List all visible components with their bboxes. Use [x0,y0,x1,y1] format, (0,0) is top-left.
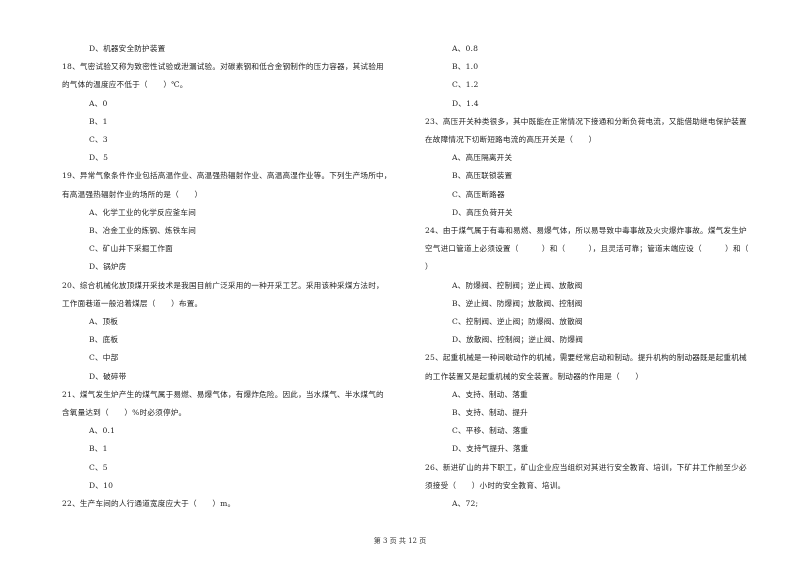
question-text: 21、煤气发生炉产生的煤气属于易燃、易爆气体，有爆炸危险。因此，当水煤气、半水煤… [62,389,384,399]
question-text: 在故障情况下切断短路电流的高压开关是（ ） [425,135,597,144]
question-text: 26、新进矿山的井下职工，矿山企业应当组织对其进行安全教育、培训，下矿井工作前至… [425,462,747,472]
answer-option: B、底板 [89,335,119,345]
answer-option: A、72; [452,499,479,508]
question-text: 23、高压开关种类很多，其中既能在正常情况下接通和分断负荷电流，又能借助继电保护… [425,116,747,126]
answer-option: B、支持、制动、提升 [452,408,528,417]
answer-option: D、支持气提升、落重 [452,444,529,454]
answer-option: B、1 [89,444,108,454]
answer-option: C、1.2 [452,80,479,90]
answer-option: C、平移、制动、落重 [452,426,529,436]
question-text: 24、由于煤气属于有毒和易燃、易爆气体，所以易导致中毒事故及火灾爆炸事故。煤气发… [425,226,747,235]
answer-option: D、高压负荷开关 [452,207,513,217]
answer-option: A、化学工业的化学反应釜车间 [89,207,197,217]
answer-option: C、高压断路器 [452,189,505,199]
answer-option: D、5 [89,153,109,163]
question-text: 22、生产车间的人行通道宽度应大于（ ）m。 [62,499,236,508]
answer-option: C、中部 [89,353,119,363]
question-text: 19、异常气象条件作业包括高温作业、高温强热辐射作业、高温高湿作业等。下列生产场… [62,171,392,181]
answer-option: B、1 [89,116,108,126]
answer-option: C、矿山井下采掘工作面 [89,244,173,254]
answer-option: C、3 [89,135,108,144]
answer-option: D、1.4 [452,98,479,108]
question-text: 有高温强热辐射作业的场所的是（ ） [62,189,203,199]
answer-option: D、机器安全防护装置 [89,44,166,53]
answer-option: A、高压隔离开关 [452,153,513,163]
question-text: 的气体的温度应不低于（ ）℃。 [62,80,188,90]
question-text: 的工作装置又是起重机械的安全装置。制动器的作用是（ ） [425,371,644,381]
question-text: 空气进口管道上必须设置（ ）和（ ），且灵活可靠；管道末端应设（ ）和（ [425,244,749,254]
question-text: 含氧量达到（ ）%时必须停炉。 [62,408,187,417]
question-text: 20、综合机械化放顶煤开采技术是我国目前广泛采用的一种开采工艺。采用该种采煤方法… [62,280,384,290]
answer-option: A、支持、制动、落重 [452,389,528,399]
question-text: 须接受（ ）小时的安全教育、培训。 [425,480,566,490]
answer-option: B、1.0 [452,62,479,72]
answer-option: D、破碎带 [89,371,127,381]
answer-option: A、0.1 [89,426,116,436]
answer-option: B、冶金工业的炼钢、炼铁车间 [89,226,197,235]
page-footer: 第 3 页 共 12 页 [373,537,427,545]
answer-option: B、高压联锁装置 [452,171,513,181]
question-text: 25、起重机械是一种间歇动作的机械，需要经常启动和制动。提升机构的制动器既是起重… [425,353,747,363]
question-text: 工作面巷道一般沿着煤层（ ）布置。 [62,298,203,308]
answer-option: D、10 [89,480,114,490]
answer-option: D、锅炉房 [89,262,127,272]
answer-option: A、顶板 [89,317,119,326]
question-text: ） [425,262,433,272]
answer-option: A、防爆阀、控制阀；逆止阀、放散阀 [452,280,583,290]
answer-option: D、放散阀、控制阀；逆止阀、防爆阀 [452,335,583,345]
answer-option: A、0 [89,98,108,108]
answer-option: C、5 [89,462,108,472]
answer-option: A、0.8 [452,44,479,53]
answer-option: B、逆止阀、防爆阀；放散阀、控制阀 [452,298,583,308]
question-text: 18、气密试验又称为致密性试验或泄漏试验。对碳素钢和低合金钢制作的压力容器，其试… [62,62,384,72]
answer-option: C、控制阀、逆止阀；防爆阀、放散阀 [452,317,583,326]
